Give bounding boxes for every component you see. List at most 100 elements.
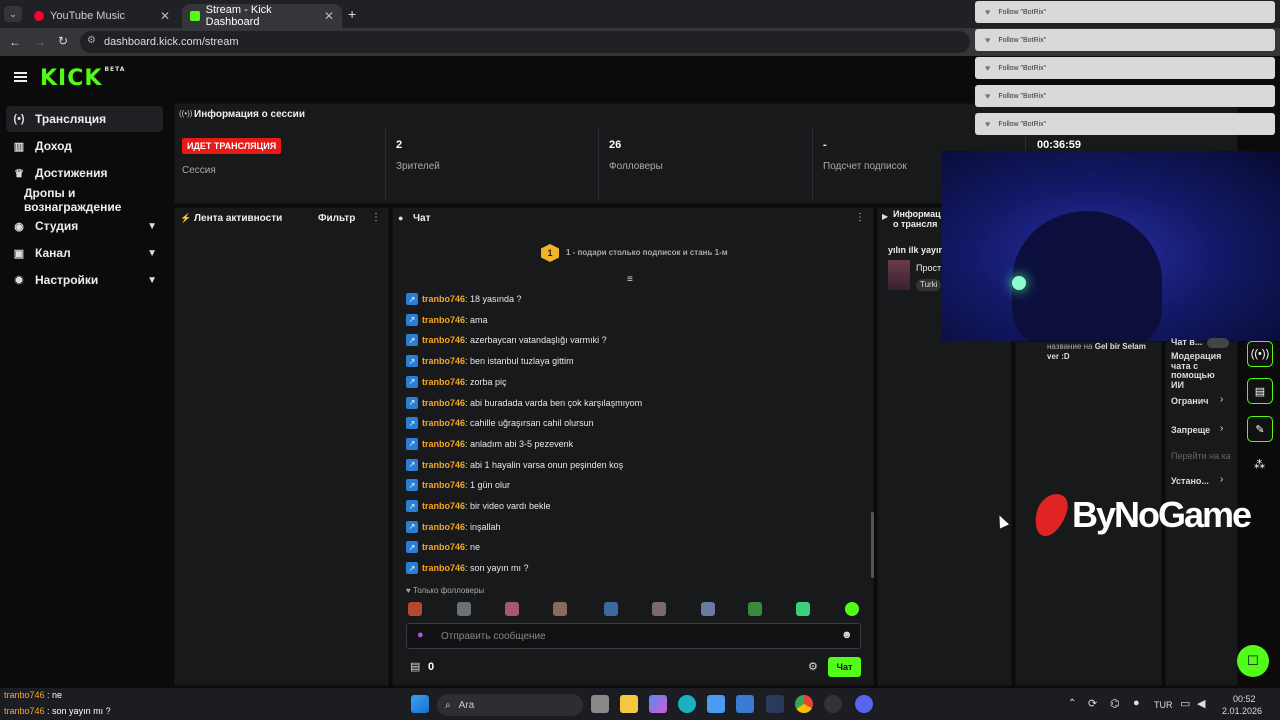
chat-username[interactable]: tranbo746 [422, 398, 465, 408]
address-bar[interactable]: ⚙ dashboard.kick.com/stream [80, 31, 970, 53]
apps-icon[interactable]: ⁂ [1254, 458, 1265, 471]
taskbar-date[interactable]: 2.01.2026 [1222, 706, 1262, 716]
kick-logo[interactable]: KICK BETA [40, 66, 125, 91]
chat-username[interactable]: tranbo746 [422, 480, 465, 490]
tray-display-icon[interactable]: ▭ [1180, 697, 1190, 710]
chat-settings-icon[interactable]: ⚙ [808, 660, 818, 673]
chat-username[interactable]: tranbo746 [422, 439, 465, 449]
stream-info-title-line1: Информац [893, 209, 941, 219]
emote[interactable] [553, 602, 567, 616]
chat-scrollbar[interactable] [871, 512, 874, 578]
obs-icon[interactable] [824, 695, 842, 713]
chrome-icon[interactable] [795, 695, 813, 713]
hamburger-menu-icon[interactable] [14, 72, 27, 82]
limits-item[interactable]: Огранич [1171, 396, 1208, 406]
new-tab-button[interactable]: + [348, 6, 356, 22]
tray-chevron-up-icon[interactable]: ⌃ [1068, 698, 1076, 709]
sidebar-item-achievements[interactable]: ♛ Достижения [6, 160, 163, 186]
more-options-icon[interactable]: ⋮ [371, 212, 381, 223]
emote[interactable] [505, 602, 519, 616]
goto-link[interactable]: Перейти на ка [1171, 451, 1231, 461]
copilot-icon[interactable] [649, 695, 667, 713]
emote[interactable] [845, 602, 859, 616]
emote[interactable] [408, 602, 422, 616]
filter-button[interactable]: Фильтр [318, 213, 355, 224]
chat-username[interactable]: tranbo746 [422, 335, 465, 345]
close-tab-icon[interactable]: ✕ [160, 9, 170, 23]
sidebar-item-settings[interactable]: ✹ Настройки ▼ [6, 267, 163, 293]
windows-start-icon[interactable] [411, 695, 429, 713]
notification-toast[interactable]: ♥ Follow "BotRix" [975, 85, 1275, 107]
tray-mic-icon[interactable]: ● [1133, 697, 1140, 709]
taskbar-search[interactable]: ⌕ Ara [437, 694, 583, 716]
close-tab-icon[interactable]: ✕ [324, 9, 334, 23]
install-item[interactable]: Устано... [1171, 476, 1209, 486]
microphone-icon[interactable]: ● [417, 629, 424, 641]
tray-volume-icon[interactable]: ◀ [1197, 697, 1205, 710]
banned-item[interactable]: Запреще [1171, 425, 1210, 435]
task-view-icon[interactable] [591, 695, 609, 713]
sidebar-item-drops[interactable]: Дропы и вознаграждение [6, 186, 163, 214]
store-icon[interactable] [707, 695, 725, 713]
chat-username[interactable]: tranbo746 [422, 294, 465, 304]
pinned-collapse-icon[interactable]: ≡ [627, 274, 633, 285]
chat-username[interactable]: tranbo746 [422, 501, 465, 511]
chat-username[interactable]: tranbo746 [422, 356, 465, 366]
notification-toast[interactable]: ♥ Follow "BotRix" [975, 113, 1275, 135]
chat-message: ↗ tranbo746: 1 gün olur [406, 478, 510, 492]
broadcast-icon: (•) [13, 113, 25, 125]
site-info-icon[interactable]: ⚙ [87, 35, 96, 46]
chat-username[interactable]: tranbo746 [422, 315, 465, 325]
chat-username[interactable]: tranbo746 [422, 377, 465, 387]
language-indicator[interactable]: TUR [1154, 700, 1173, 710]
reload-icon[interactable]: ↻ [58, 34, 68, 48]
tray-network-icon[interactable]: ⌬ [1110, 697, 1120, 710]
sidebar-item-label: Достижения [35, 166, 108, 180]
sidebar-item-studio[interactable]: ◉ Студия ▼ [6, 213, 163, 239]
chat-username[interactable]: tranbo746 [422, 542, 465, 552]
file-explorer-icon[interactable] [620, 695, 638, 713]
tab-youtube-music[interactable]: YouTube Music ✕ [26, 4, 178, 28]
chat-username[interactable]: tranbo746 [422, 563, 465, 573]
steam-icon[interactable] [766, 695, 784, 713]
emote[interactable] [604, 602, 618, 616]
tray-app-icon[interactable]: ⟳ [1088, 697, 1097, 710]
stream-timer: 00:36:59 [1037, 139, 1082, 151]
wrench-tool-button[interactable]: ✎ [1247, 416, 1273, 442]
discord-icon[interactable] [855, 695, 873, 713]
notification-toast[interactable]: ♥ Follow "BotRix" [975, 57, 1275, 79]
forward-icon[interactable]: → [34, 35, 46, 49]
send-chat-button[interactable]: Чат [828, 657, 861, 677]
chat-username[interactable]: tranbo746 [422, 460, 465, 470]
more-options-icon[interactable]: ⋮ [855, 212, 865, 223]
mail-icon[interactable] [736, 695, 754, 713]
chat-input-box[interactable]: ● Отправить сообщение ☻ [406, 623, 861, 649]
emote[interactable] [457, 602, 471, 616]
layout-tool-button[interactable]: ▤ [1247, 378, 1273, 404]
sidebar-item-income[interactable]: ▥ Доход [6, 133, 163, 159]
broadcast-tool-button[interactable]: ((•)) [1247, 341, 1273, 367]
sidebar-item-channel[interactable]: ▣ Канал ▼ [6, 240, 163, 266]
sidebar-item-broadcast[interactable]: (•) Трансляция [6, 106, 163, 132]
emote[interactable] [652, 602, 666, 616]
notification-toast[interactable]: ♥ Follow "BotRix" [975, 1, 1275, 23]
emote[interactable] [701, 602, 715, 616]
edge-icon[interactable] [678, 695, 696, 713]
back-icon[interactable]: ← [9, 35, 21, 49]
tab-list-chevron-icon[interactable]: ⌄ [4, 6, 22, 22]
emoji-picker-icon[interactable]: ☻ [841, 629, 853, 641]
store-icon[interactable]: ▤ [410, 660, 420, 673]
taskbar-time[interactable]: 00:52 [1233, 694, 1256, 704]
toggle-switch[interactable] [1207, 338, 1229, 348]
emote[interactable] [748, 602, 762, 616]
chat-message: ↗ tranbo746: abi buradada varda ben çok k… [406, 396, 642, 410]
emote[interactable] [796, 602, 810, 616]
notification-toast[interactable]: ♥ Follow "BotRix" [975, 29, 1275, 51]
user-badge-icon: ↗ [406, 458, 418, 471]
support-chat-button[interactable]: ☐ [1237, 645, 1269, 677]
title-change-event: название на Gel bir Selam ver :D [1047, 342, 1157, 362]
sidebar-item-label: Настройки [35, 273, 99, 287]
tab-kick-dashboard[interactable]: Stream - Kick Dashboard ✕ [182, 4, 342, 28]
chat-username[interactable]: tranbo746 [422, 418, 465, 428]
chat-username[interactable]: tranbo746 [422, 522, 465, 532]
